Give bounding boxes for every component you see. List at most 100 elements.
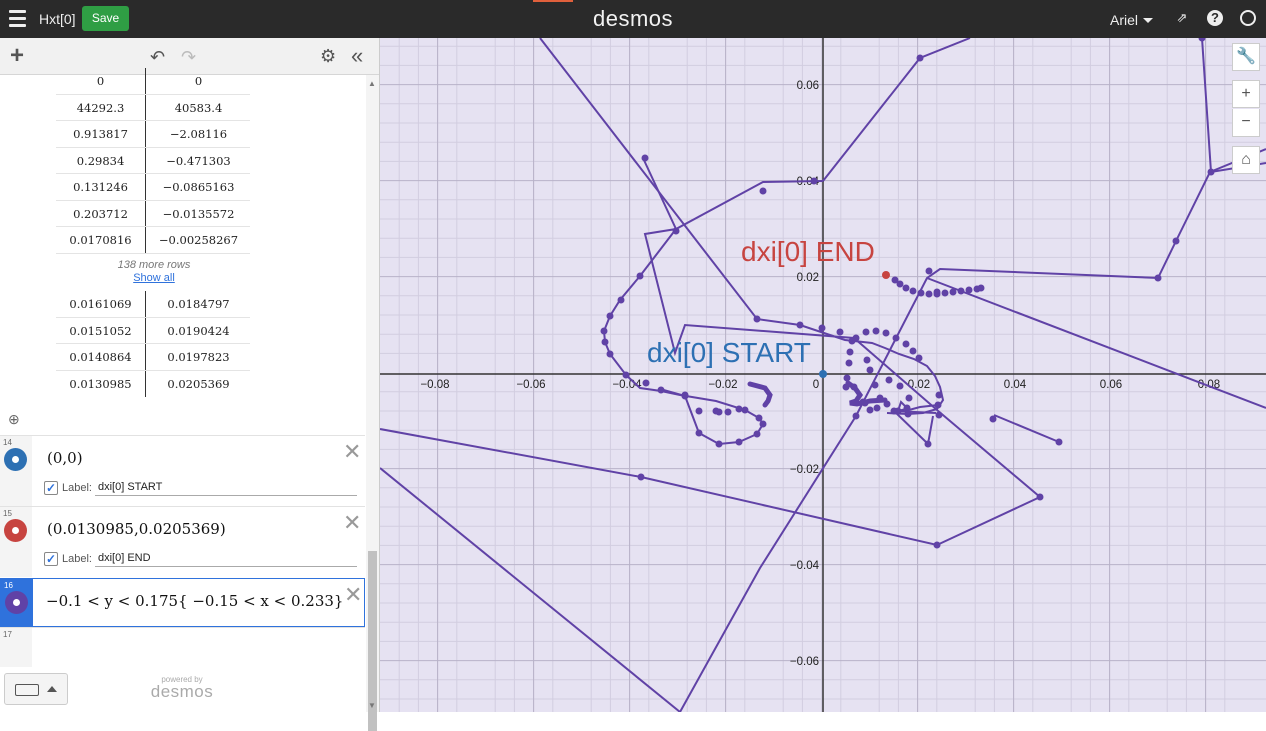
- table-cell-x[interactable]: 0.203712: [56, 201, 145, 227]
- graph-settings-wrench-icon[interactable]: 🔧: [1232, 43, 1260, 71]
- user-name: Ariel: [1110, 12, 1139, 28]
- keyboard-icon: [15, 684, 39, 696]
- table-cell-y[interactable]: −0.00258267: [154, 227, 243, 253]
- expression-item-15[interactable]: 15 (0.0130985,0.0205369) ✕ ✓ Label: dxi[…: [0, 506, 365, 577]
- x-tick-label: −0.06: [516, 379, 545, 391]
- expression-item-17[interactable]: 17: [0, 627, 365, 667]
- table-cell-y[interactable]: 0.0190424: [154, 318, 243, 344]
- table-cell-x[interactable]: 0.0140864: [56, 344, 145, 370]
- scroll-up-icon[interactable]: ▲: [368, 79, 376, 88]
- globe-icon[interactable]: [1240, 10, 1256, 26]
- table-row: 0.0161069 0.0184797: [56, 291, 250, 318]
- label-input[interactable]: dxi[0] END: [95, 550, 357, 567]
- table-cell-x[interactable]: 0.131246: [56, 174, 145, 200]
- delete-expression-button[interactable]: ✕: [343, 512, 361, 534]
- label-caption: Label:: [62, 553, 92, 565]
- table-row: 0.0130985 0.0205369: [56, 371, 250, 398]
- show-all-link[interactable]: Show all: [56, 272, 252, 284]
- curve-segment-upper: [822, 38, 971, 182]
- x-tick-label: 0.02: [908, 379, 930, 391]
- expression-item-16[interactable]: 16 −0.1 < y < 0.175{ −0.15 < x < 0.233} …: [0, 578, 365, 627]
- y-tick-label: −0.06: [790, 656, 819, 668]
- label-caption: Label:: [62, 482, 92, 494]
- y-tick-label: −0.04: [790, 560, 820, 572]
- table-top-rows: 00 44292.3 40583.4 0.913817 −2.08116 0.298…: [56, 68, 250, 254]
- table-bottom-rows: 0.0161069 0.0184797 0.0151052 0.0190424 0.…: [56, 291, 250, 397]
- expression-number: 14: [3, 438, 12, 447]
- chevron-up-icon: [47, 686, 57, 692]
- table-row: 0.0170816 −0.00258267: [56, 227, 250, 254]
- keyboard-toggle-button[interactable]: [4, 673, 68, 705]
- end-point[interactable]: [882, 271, 890, 279]
- expression-math[interactable]: (0.0130985,0.0205369): [47, 520, 226, 538]
- home-icon[interactable]: ⌂: [1232, 146, 1260, 174]
- table-cell-y[interactable]: −0.471303: [154, 148, 243, 174]
- end-point-label: dxi[0] END: [741, 236, 875, 267]
- powered-by-logo: desmos: [150, 682, 214, 701]
- start-point-label: dxi[0] START: [647, 337, 811, 368]
- table-cell-y[interactable]: 0: [154, 68, 243, 94]
- curve-segment-lower-left: [380, 467, 681, 712]
- table-row: 0.0151052 0.0190424: [56, 318, 250, 344]
- table-cell-x[interactable]: 0: [56, 68, 145, 94]
- curve-segment-knot-2: [891, 409, 937, 447]
- expression-item-14[interactable]: 14 (0,0) ✕ ✓ Label: dxi[0] START: [0, 435, 365, 506]
- label-input[interactable]: dxi[0] START: [95, 479, 357, 496]
- table-cell-x[interactable]: 44292.3: [56, 95, 145, 121]
- table-cell-x[interactable]: 0.0151052: [56, 318, 145, 344]
- table-cell-y[interactable]: 0.0205369: [154, 371, 243, 397]
- table-cell-x[interactable]: 0.29834: [56, 148, 145, 174]
- graph-svg[interactable]: −0.08 −0.06 −0.04 −0.02 0 0.02 0.04 0.06…: [380, 38, 1266, 712]
- point-style-icon[interactable]: [4, 519, 27, 542]
- y-tick-label: 0.06: [797, 80, 819, 92]
- x-tick-label: 0.04: [1004, 379, 1027, 391]
- table-cell-x[interactable]: 0.0161069: [56, 291, 145, 317]
- zoom-fit-icon[interactable]: ⊕: [8, 411, 20, 428]
- start-point[interactable]: [819, 370, 827, 378]
- table-cell-y[interactable]: −0.0135572: [154, 201, 243, 227]
- delete-expression-button[interactable]: ✕: [344, 584, 362, 606]
- table-row: 0.0140864 0.0197823: [56, 344, 250, 371]
- gear-icon[interactable]: ⚙: [320, 46, 336, 67]
- point-style-icon[interactable]: [4, 448, 27, 471]
- undo-button[interactable]: ↶: [150, 47, 165, 68]
- table-cell-x[interactable]: 0.913817: [56, 121, 145, 147]
- shade-style-icon[interactable]: [5, 591, 28, 614]
- expression-math[interactable]: −0.1 < y < 0.175{ −0.15 < x < 0.233}: [46, 592, 343, 610]
- dense-segment-left: [747, 381, 773, 408]
- expression-panel: + ↶ ↷ ⚙ « ▲ ▼ 00 44292.3 40583.4 0.913817…: [0, 38, 380, 731]
- help-icon[interactable]: ?: [1207, 10, 1223, 26]
- desmos-logo: desmos: [592, 6, 674, 31]
- zoom-in-button[interactable]: +: [1232, 80, 1260, 108]
- scroll-down-icon[interactable]: ▼: [368, 701, 376, 710]
- chevron-down-icon: [1143, 18, 1154, 23]
- curve-segment-spur: [993, 414, 1060, 443]
- x-tick-label: 0.06: [1100, 379, 1122, 391]
- share-icon[interactable]: ⇗: [1174, 10, 1190, 26]
- scrollbar[interactable]: ▲ ▼: [366, 75, 379, 731]
- expression-math[interactable]: (0,0): [47, 449, 83, 467]
- highlight-bar: [533, 0, 573, 2]
- redo-button[interactable]: ↷: [181, 47, 196, 68]
- expression-number: 16: [4, 581, 13, 590]
- expression-number: 15: [3, 509, 12, 518]
- y-tick-label: 0.02: [797, 272, 819, 284]
- table-row: 0.29834 −0.471303: [56, 148, 250, 174]
- collapse-panel-button[interactable]: «: [351, 43, 363, 69]
- user-menu[interactable]: Ariel: [1110, 12, 1154, 28]
- table-row: 0.203712 −0.0135572: [56, 201, 250, 227]
- add-item-button[interactable]: +: [10, 44, 24, 68]
- zoom-out-button[interactable]: −: [1232, 109, 1260, 137]
- table-cell-y[interactable]: 0.0184797: [154, 291, 243, 317]
- table-cell-y[interactable]: 40583.4: [154, 95, 243, 121]
- delete-expression-button[interactable]: ✕: [343, 441, 361, 463]
- graph-paper[interactable]: −0.08 −0.06 −0.04 −0.02 0 0.02 0.04 0.06…: [380, 38, 1266, 712]
- label-checkbox[interactable]: ✓: [44, 481, 58, 495]
- table-cell-y[interactable]: −0.0865163: [154, 174, 243, 200]
- label-checkbox[interactable]: ✓: [44, 552, 58, 566]
- top-bar: Hxt[0] Save desmos Ariel ⇗ ?: [0, 0, 1266, 38]
- table-cell-x[interactable]: 0.0170816: [56, 227, 145, 253]
- table-cell-x[interactable]: 0.0130985: [56, 371, 145, 397]
- table-cell-y[interactable]: 0.0197823: [154, 344, 243, 370]
- table-cell-y[interactable]: −2.08116: [154, 121, 243, 147]
